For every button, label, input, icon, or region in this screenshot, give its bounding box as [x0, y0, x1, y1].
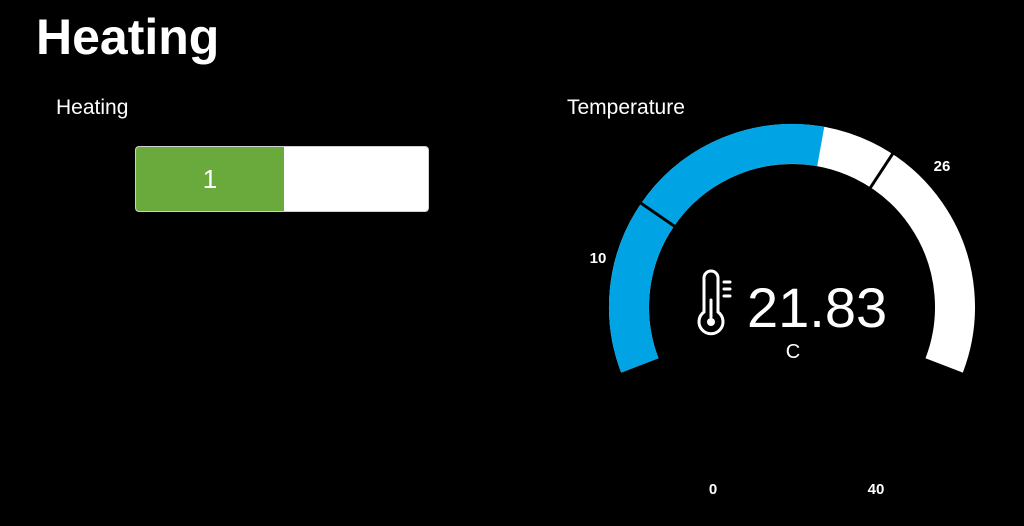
- gauge-unit: C: [786, 341, 800, 363]
- temperature-gauge: 0 10 26 40 21.83 C: [560, 110, 1024, 526]
- heating-switch[interactable]: 1: [135, 146, 429, 212]
- heating-switch-on-segment: 1: [136, 147, 284, 211]
- gauge-tick-label-0: 0: [709, 481, 717, 498]
- gauge-tick-label-26: 26: [934, 158, 951, 175]
- gauge-value: 21.83: [747, 276, 887, 339]
- thermometer-icon: [697, 269, 732, 336]
- gauge-tick-label-10: 10: [590, 250, 607, 267]
- heating-switch-label: Heating: [56, 96, 129, 119]
- page-title: Heating: [36, 9, 220, 65]
- gauge-tick-label-40: 40: [868, 481, 885, 498]
- heating-switch-value: 1: [202, 163, 218, 194]
